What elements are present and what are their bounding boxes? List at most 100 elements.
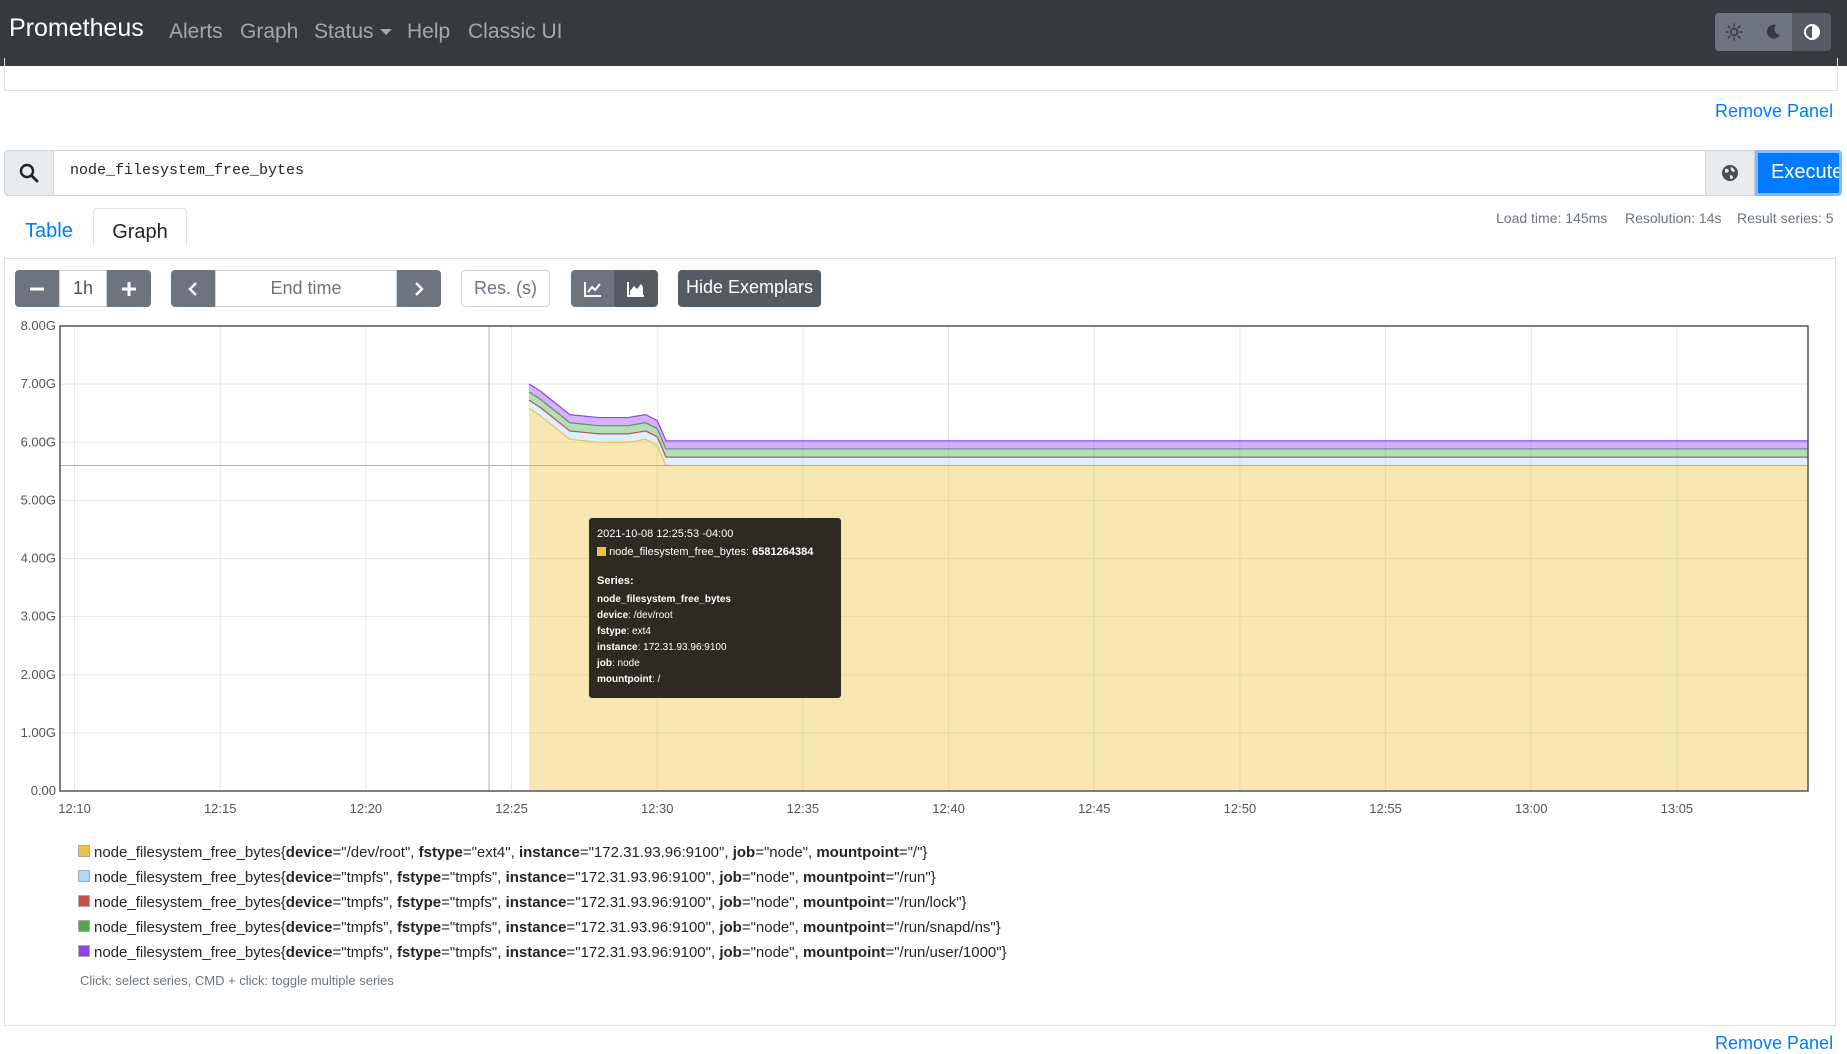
tooltip-label-key: instance <box>597 642 638 653</box>
hide-exemplars-button[interactable]: Hide Exemplars <box>678 270 821 307</box>
tooltip-swatch <box>597 547 606 556</box>
legend-label-key: device <box>285 944 333 961</box>
legend-metric: node_filesystem_free_bytes <box>94 944 281 961</box>
legend-label-key: mountpoint <box>802 894 886 911</box>
legend-label-key: mountpoint <box>802 944 886 961</box>
legend-label-key: instance <box>518 844 580 861</box>
y-tick-label: 7.00G <box>21 376 56 391</box>
legend-metric: node_filesystem_free_bytes <box>94 894 281 911</box>
remove-panel-link[interactable]: Remove Panel <box>1715 101 1833 122</box>
legend-metric: node_filesystem_free_bytes <box>94 919 281 936</box>
later-time-button[interactable] <box>397 270 441 307</box>
legend-label-value: "/run/user/1000" <box>894 944 1002 961</box>
y-tick-label: 6.00G <box>21 434 56 449</box>
top-navbar: Prometheus Alerts Graph Status Help Clas… <box>0 0 1847 66</box>
chevron-right-icon <box>415 281 424 296</box>
legend-label: node_filesystem_free_bytes{device="/dev/… <box>94 844 928 861</box>
legend-label-value: "tmpfs" <box>449 919 498 936</box>
metrics-explorer-button[interactable] <box>1705 150 1755 196</box>
remove-panel-link-bottom[interactable]: Remove Panel <box>1715 1033 1833 1054</box>
graph-chart[interactable]: 0.00 1.00G 2.00G 3.00G 4.00G 5.00G 6.00G 7.00G 8… <box>0 310 1847 870</box>
result-series: Result series: 5 <box>1737 210 1834 226</box>
end-time-input[interactable]: End time <box>215 270 397 307</box>
theme-auto-button[interactable] <box>1792 13 1831 51</box>
tooltip-label-value: : /dev/root <box>628 610 673 621</box>
y-tick-label: 1.00G <box>21 725 56 740</box>
resolution-input[interactable]: Res. (s) <box>461 270 550 307</box>
expression-input-group: node_filesystem_free_bytes Execute <box>4 150 1842 196</box>
legend-label-value: "172.31.93.96:9100" <box>575 894 711 911</box>
y-tick-label: 5.00G <box>21 492 56 507</box>
legend-swatch <box>78 945 90 957</box>
tooltip-metric: node_filesystem_free_bytes <box>597 594 731 605</box>
nav-alerts[interactable]: Alerts <box>169 20 223 44</box>
legend-label-value: "/" <box>907 844 923 861</box>
legend-item[interactable]: node_filesystem_free_bytes{device="tmpfs… <box>78 919 1001 936</box>
legend-label-key: mountpoint <box>816 844 899 861</box>
chevron-down-icon <box>379 29 392 36</box>
y-tick-label: 2.00G <box>21 667 56 682</box>
nav-graph[interactable]: Graph <box>240 20 298 44</box>
sun-icon <box>1725 23 1744 41</box>
execute-button[interactable]: Execute <box>1755 150 1842 196</box>
y-tick-label: 3.00G <box>21 609 56 624</box>
x-tick-label: 12:20 <box>350 801 383 816</box>
legend-label-value: "tmpfs" <box>341 944 389 961</box>
x-tick-label: 12:35 <box>787 801 820 816</box>
legend-item[interactable]: node_filesystem_free_bytes{device="tmpfs… <box>78 869 936 886</box>
legend-swatch <box>78 870 90 882</box>
tooltip-label-value: : 172.31.93.96:9100 <box>637 642 727 653</box>
theme-light-button[interactable] <box>1715 13 1754 51</box>
legend-metric: node_filesystem_free_bytes <box>94 844 281 861</box>
chevron-left-icon <box>188 281 197 296</box>
tooltip-label-key: mountpoint <box>597 674 652 685</box>
tooltip-label-value: : ext4 <box>626 626 651 637</box>
legend-item[interactable]: node_filesystem_free_bytes{device="/dev/… <box>78 844 928 861</box>
nav-status-label: Status <box>314 20 374 43</box>
legend-label-value: "tmpfs" <box>449 944 498 961</box>
legend-item[interactable]: node_filesystem_free_bytes{device="tmpfs… <box>78 944 1007 961</box>
tooltip-label-key: job <box>597 658 612 669</box>
increase-range-button[interactable] <box>107 270 151 307</box>
legend-label-key: mountpoint <box>802 869 886 886</box>
tab-graph[interactable]: Graph <box>93 208 187 246</box>
legend-label-value: "/run" <box>894 869 931 886</box>
legend-label-value: "172.31.93.96:9100" <box>575 869 711 886</box>
nav-help[interactable]: Help <box>407 20 450 44</box>
legend-label-value: "ext4" <box>471 844 511 861</box>
nav-classic-ui[interactable]: Classic UI <box>468 20 563 44</box>
line-chart-button[interactable] <box>571 270 614 307</box>
legend-label-key: job <box>732 844 756 861</box>
legend-label-value: "tmpfs" <box>341 894 389 911</box>
legend-label-key: mountpoint <box>802 919 886 936</box>
moon-icon <box>1766 24 1780 39</box>
tooltip-timestamp: 2021-10-08 12:25:53 -04:00 <box>597 528 734 540</box>
y-tick-label: 0.00 <box>31 783 56 798</box>
load-time: Load time: 145ms <box>1496 210 1608 226</box>
legend-swatch <box>78 920 90 932</box>
legend-label-key: device <box>285 919 333 936</box>
theme-dark-button[interactable] <box>1754 13 1793 51</box>
plus-icon <box>122 281 136 296</box>
tooltip-label-mountpoint: mountpoint: / <box>597 674 660 685</box>
earlier-time-button[interactable] <box>171 270 215 307</box>
legend-label-key: job <box>719 944 742 961</box>
legend-label-value: "/run/snapd/ns" <box>894 919 996 936</box>
range-input[interactable]: 1h <box>59 270 107 307</box>
tab-table[interactable]: Table <box>25 220 73 243</box>
tooltip-label-device: device: /dev/root <box>597 610 673 621</box>
decrease-range-button[interactable] <box>15 270 59 307</box>
legend-item[interactable]: node_filesystem_free_bytes{device="tmpfs… <box>78 894 967 911</box>
legend-label-value: "node" <box>750 894 795 911</box>
nav-status[interactable]: Status <box>314 20 392 44</box>
x-tick-label: 13:05 <box>1661 801 1694 816</box>
legend-label-key: fstype <box>396 894 442 911</box>
tooltip-label-fstype: fstype: ext4 <box>597 626 651 637</box>
brand-logo[interactable]: Prometheus <box>9 14 144 43</box>
x-tick-label: 12:15 <box>204 801 237 816</box>
legend-label-key: job <box>719 894 742 911</box>
stacked-chart-button[interactable] <box>614 270 658 307</box>
expression-input[interactable]: node_filesystem_free_bytes <box>54 150 1706 196</box>
legend-label-value: "tmpfs" <box>341 919 389 936</box>
legend-label-value: "tmpfs" <box>449 894 498 911</box>
